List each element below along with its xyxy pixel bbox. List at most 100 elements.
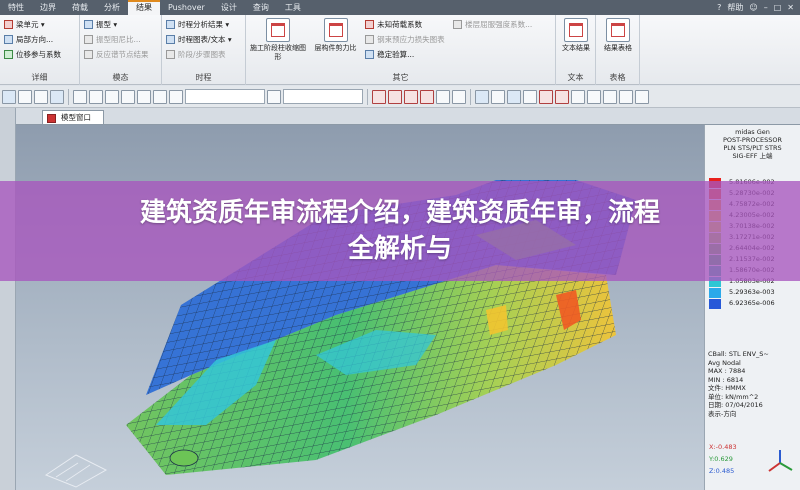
tab-tools[interactable]: 工具 <box>277 0 309 15</box>
group-title-time-history: 时程 <box>195 73 212 82</box>
tool-icon-4[interactable] <box>50 89 64 104</box>
toolbar-separator <box>367 88 368 105</box>
tool-icon-8[interactable] <box>121 89 135 104</box>
story-shear-ratio-button[interactable]: 层构件剪力比 <box>313 18 359 53</box>
displacement-factor-button[interactable]: 位移参与系数 <box>4 48 61 61</box>
spectrum-node-results-button[interactable]: 反应谱节点结果 <box>84 48 149 61</box>
yield-icon <box>453 20 463 29</box>
model-viewport[interactable] <box>16 125 704 490</box>
tool-icon-18[interactable] <box>452 89 466 104</box>
tool-icon-21[interactable] <box>507 89 521 104</box>
group-text: 文本结果 文本 <box>556 15 596 85</box>
result-table-button[interactable]: 结果表格 <box>600 18 636 53</box>
legend-info-unit: 单位: kN/mm^2 <box>708 392 759 401</box>
text-output-button[interactable]: 文本结果 <box>560 18 592 53</box>
tool-icon-12[interactable] <box>267 89 281 104</box>
group-time-history: 时程分析结果 ▾ 时程图表/文本 ▾ 阶段/步骤图表 时程 <box>162 15 246 85</box>
tool-icon-6[interactable] <box>89 89 103 104</box>
tool-icon-13[interactable] <box>372 89 386 104</box>
restore-icon[interactable]: □ <box>774 3 782 12</box>
tool-icon-22[interactable] <box>523 89 537 104</box>
tab-design[interactable]: 设计 <box>213 0 245 15</box>
spectrum-icon <box>84 50 93 59</box>
tool-icon-14[interactable] <box>388 89 402 104</box>
legend-info-max: MAX : 7884 <box>708 367 746 375</box>
tool-icon-15[interactable] <box>404 89 418 104</box>
tool-icon-11[interactable] <box>169 89 183 104</box>
time-history-results-button[interactable]: 时程分析结果 ▾ <box>166 18 232 31</box>
ribbon-tab-bar: 特性 边界 荷载 分析 结果 Pushover 设计 查询 工具 ? 帮助 ☺ … <box>0 0 800 15</box>
tool-icon-2[interactable] <box>18 89 32 104</box>
text-output-icon <box>564 18 588 42</box>
tool-icon-7[interactable] <box>105 89 119 104</box>
tool-icon-3[interactable] <box>34 89 48 104</box>
legend-info-view-direction: 表示-方向 <box>708 409 737 418</box>
minimize-icon[interactable]: – <box>764 3 768 12</box>
tool-icon-27[interactable] <box>603 89 617 104</box>
legend-info-load: CBall: STL ENV_S~ <box>708 350 769 358</box>
tab-boundary[interactable]: 边界 <box>32 0 64 15</box>
tab-query[interactable]: 查询 <box>245 0 277 15</box>
tool-icon-19[interactable] <box>475 89 489 104</box>
tab-results[interactable]: 结果 <box>128 0 160 15</box>
tool-icon-10[interactable] <box>153 89 167 104</box>
ribbon-panel: 梁单元 ▾ 局部方向... 位移参与系数 详细 振型 ▾ 振型阻尼比... 反应… <box>0 15 800 85</box>
tool-icon-29[interactable] <box>635 89 649 104</box>
tool-icon-1[interactable] <box>2 89 16 104</box>
tool-icon-9[interactable] <box>137 89 151 104</box>
banner-title-line1: 建筑资质年审流程介绍，建筑资质年审，流程 <box>139 198 660 228</box>
local-direction-button[interactable]: 局部方向... <box>4 33 61 46</box>
story-yield-strength-button[interactable]: 楼层屈服强度系数... <box>453 18 532 31</box>
tab-properties[interactable]: 特性 <box>0 0 32 15</box>
tool-icon-24[interactable] <box>555 89 569 104</box>
stability-check-button[interactable]: 稳定验算... <box>365 48 445 61</box>
unknown-load-factor-button[interactable]: 未知荷载系数 <box>365 18 445 31</box>
stage-icon <box>166 50 175 59</box>
time-history-icon <box>166 20 175 29</box>
tendon-loss-button[interactable]: 钢束预应力损失图表 <box>365 33 445 46</box>
user-icon[interactable]: ☺ <box>749 3 757 12</box>
tool-icon-25[interactable] <box>571 89 585 104</box>
legend-title-product: midas Gen <box>735 128 770 136</box>
tool-icon-16[interactable] <box>420 89 434 104</box>
group-title-detail: 详细 <box>31 73 48 82</box>
model-window-tabstrip: 模型窗口 <box>16 108 800 125</box>
legend-value-label: 5.29363e-003 <box>729 288 775 296</box>
time-history-graph-button[interactable]: 时程图表/文本 ▾ <box>166 33 232 46</box>
beam-icon <box>4 20 13 29</box>
selection-dropdown-1[interactable] <box>185 89 265 104</box>
tool-icon-23[interactable] <box>539 89 553 104</box>
tool-icon-20[interactable] <box>491 89 505 104</box>
axis-z-value: Z:0.485 <box>709 467 735 475</box>
group-title-modal: 模态 <box>112 73 129 82</box>
tab-pushover[interactable]: Pushover <box>160 0 213 15</box>
main-toolbar <box>0 86 800 108</box>
mode-shape-button[interactable]: 振型 ▾ <box>84 18 149 31</box>
beam-element-button[interactable]: 梁单元 ▾ <box>4 18 61 31</box>
group-title-table: 表格 <box>609 73 626 82</box>
tool-icon-5[interactable] <box>73 89 87 104</box>
left-dock-panel[interactable] <box>0 108 16 490</box>
help-label[interactable]: 帮助 <box>727 2 743 13</box>
help-icon[interactable]: ? <box>717 3 721 12</box>
story-shear-icon <box>323 18 348 42</box>
group-other: 施工阶段柱收缩图形 层构件剪力比 未知荷载系数 钢束预应力损失图表 稳定验算..… <box>246 15 556 85</box>
tool-icon-17[interactable] <box>436 89 450 104</box>
group-modal: 振型 ▾ 振型阻尼比... 反应谱节点结果 模态 <box>80 15 162 85</box>
modal-damping-button[interactable]: 振型阻尼比... <box>84 33 149 46</box>
selection-dropdown-2[interactable] <box>283 89 363 104</box>
tool-icon-26[interactable] <box>587 89 601 104</box>
column-shortening-button[interactable]: 施工阶段柱收缩图形 <box>250 18 306 62</box>
close-icon[interactable]: ✕ <box>787 3 794 12</box>
tab-load[interactable]: 荷载 <box>64 0 96 15</box>
legend-title-component: SIG-EFF 上端 <box>732 152 773 160</box>
model-bow-cylinder <box>169 449 199 467</box>
model-window-tab[interactable]: 模型窗口 <box>42 110 104 124</box>
mode-shape-icon <box>84 20 93 29</box>
tool-icon-28[interactable] <box>619 89 633 104</box>
toolbar-separator <box>470 88 471 105</box>
tab-analysis[interactable]: 分析 <box>96 0 128 15</box>
stage-step-graph-button[interactable]: 阶段/步骤图表 <box>166 48 232 61</box>
damping-icon <box>84 35 93 44</box>
title-banner: 建筑资质年审流程介绍，建筑资质年审，流程 全解析与 <box>0 181 800 281</box>
